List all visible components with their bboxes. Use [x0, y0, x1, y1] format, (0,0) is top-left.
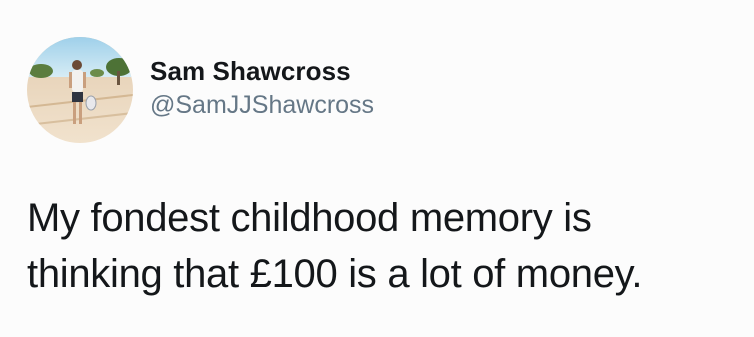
tweet-text-line: thinking that £100 is a lot of money.	[27, 252, 643, 296]
author-display-name[interactable]: Sam Shawcross	[150, 56, 351, 87]
tweet-text: My fondest childhood memory is thinking …	[27, 190, 737, 302]
tweet-text-line: My fondest childhood memory is	[27, 196, 592, 240]
author-avatar[interactable]	[27, 37, 133, 143]
author-handle[interactable]: @SamJJShawcross	[150, 91, 374, 120]
tweet-card: Sam Shawcross @SamJJShawcross My fondest…	[0, 0, 754, 337]
profile-photo-icon	[27, 37, 133, 143]
